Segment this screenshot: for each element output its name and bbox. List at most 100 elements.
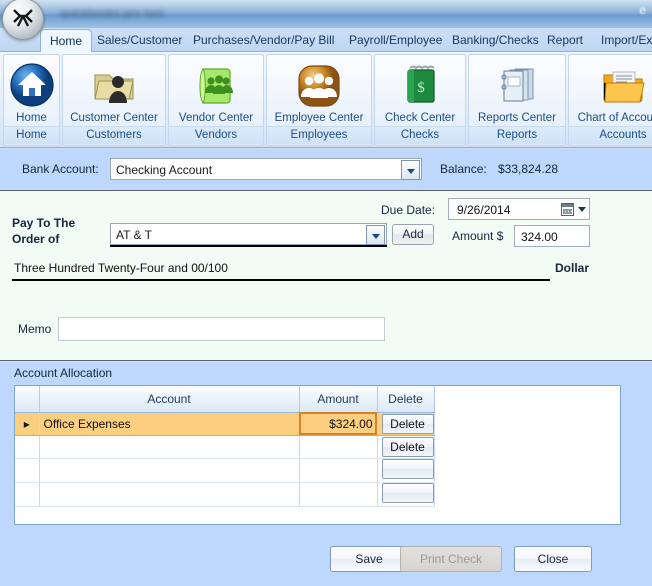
allocation-grid[interactable]: Account Amount Delete ▸ Office Expenses …	[14, 385, 621, 525]
delete-button[interactable]: Delete	[381, 413, 434, 434]
row-marker: ▸	[15, 412, 40, 436]
application-window: quickbooks pro tool e Home Sales/Custome…	[0, 0, 652, 586]
footer-bar: Save Print Check Close	[0, 530, 652, 586]
payee-underline	[110, 245, 387, 247]
close-button[interactable]: Close	[514, 546, 592, 572]
table-header-row: Account Amount Delete	[15, 386, 620, 413]
ribbon-group-home[interactable]: Home Home	[3, 54, 60, 146]
ribbon-groupname-accounts: Accounts	[569, 126, 652, 144]
row-amount[interactable]: $324.00	[299, 412, 378, 436]
vendor-center-icon	[169, 59, 263, 111]
balance-value: $33,824.28	[498, 162, 559, 176]
table-row[interactable]	[15, 458, 620, 483]
allocation-table: Account Amount Delete ▸ Office Expenses …	[15, 386, 620, 507]
ribbon-group-reports[interactable]: Reports Center Reports	[468, 54, 566, 146]
table-row[interactable]: Delete	[15, 435, 620, 459]
chevron-down-icon[interactable]	[366, 225, 385, 245]
chart-of-accounts-icon	[569, 59, 652, 111]
chevron-down-icon[interactable]	[578, 207, 586, 212]
row-marker	[15, 458, 40, 483]
row-account[interactable]: Office Expenses	[39, 412, 300, 436]
amount-value: 324.00	[521, 230, 558, 244]
pay-to-label-line1: Pay To The	[12, 216, 76, 230]
row-filler	[434, 412, 620, 435]
row-delete-cell: Delete	[377, 435, 435, 459]
ribbon-groupname-employees: Employees	[267, 126, 371, 144]
ribbon-group-checks[interactable]: $ Check Center Checks	[374, 54, 466, 146]
ribbon-label-check-center: Check Center	[384, 112, 456, 124]
calendar-icon[interactable]	[561, 203, 574, 216]
account-allocation-title: Account Allocation	[14, 366, 113, 380]
written-amount-underline	[12, 279, 550, 281]
row-amount[interactable]	[299, 458, 378, 483]
bank-account-select[interactable]: Checking Account	[110, 158, 422, 180]
tab-payroll-employee[interactable]: Payroll/Employee	[340, 29, 451, 52]
col-amount[interactable]: Amount	[299, 386, 378, 413]
payee-select[interactable]: AT & T	[110, 223, 387, 245]
delete-button[interactable]	[381, 458, 434, 479]
ribbon-label-home: Home	[16, 112, 47, 124]
row-filler	[434, 435, 620, 458]
ribbon-label-customer-center: Customer Center	[70, 112, 158, 124]
row-amount[interactable]	[299, 482, 378, 507]
ribbon-toolbar: Home Home Customer Center Customers Vend…	[0, 52, 652, 148]
row-delete-cell	[377, 458, 435, 483]
payee-value: AT & T	[116, 228, 153, 242]
title-bar: quickbooks pro tool e	[0, 0, 652, 28]
due-date-field[interactable]: 9/26/2014	[448, 198, 590, 220]
tab-import-export[interactable]: Import/Exp	[592, 29, 652, 52]
ribbon-group-accounts[interactable]: Chart of Accounts Accounts	[568, 54, 652, 146]
add-payee-button[interactable]: Add	[392, 224, 434, 245]
row-account[interactable]	[39, 458, 300, 483]
titlebar-right-text: e	[639, 3, 646, 17]
ribbon-label-reports-center: Reports Center	[478, 112, 556, 124]
row-amount[interactable]	[299, 435, 378, 459]
dollar-label: Dollar	[555, 261, 590, 275]
amount-label: Amount $	[452, 229, 504, 243]
app-logo-button[interactable]	[2, 0, 44, 40]
ribbon-group-employees[interactable]: Employee Center Employees	[266, 54, 372, 146]
tab-purchases-vendor-pay-bill[interactable]: Purchases/Vendor/Pay Bill	[184, 29, 343, 52]
check-form: Due Date: 9/26/2014 Pay To The Order of …	[0, 191, 652, 361]
row-marker	[15, 435, 40, 459]
row-delete-cell	[377, 482, 435, 507]
tab-home[interactable]: Home	[40, 29, 93, 52]
col-delete[interactable]: Delete	[377, 386, 435, 413]
svg-text:$: $	[417, 80, 425, 96]
row-filler	[434, 458, 620, 482]
row-account[interactable]	[39, 482, 300, 507]
tab-sales-customer[interactable]: Sales/Customer	[88, 29, 191, 52]
customer-center-icon	[63, 59, 165, 111]
app-logo-icon	[13, 9, 33, 27]
main-tab-strip[interactable]: Home Sales/Customer Purchases/Vendor/Pay…	[0, 28, 652, 52]
bank-account-label: Bank Account:	[22, 162, 99, 176]
ribbon-group-customers[interactable]: Customer Center Customers	[62, 54, 166, 146]
ribbon-group-vendors[interactable]: Vendor Center Vendors	[168, 54, 264, 146]
employee-center-icon	[267, 59, 371, 111]
memo-input[interactable]	[58, 317, 385, 341]
save-button[interactable]: Save	[330, 546, 408, 572]
row-filler	[434, 482, 620, 506]
reports-center-icon	[469, 59, 565, 111]
col-marker[interactable]	[15, 386, 40, 413]
tab-banking-checks[interactable]: Banking/Checks	[443, 29, 548, 52]
row-account[interactable]	[39, 435, 300, 459]
due-date-value: 9/26/2014	[457, 203, 511, 217]
ribbon-groupname-vendors: Vendors	[169, 126, 263, 144]
col-account[interactable]: Account	[39, 386, 300, 413]
ribbon-groupname-customers: Customers	[63, 126, 165, 144]
delete-button[interactable]	[381, 482, 434, 503]
bank-account-bar: Bank Account: Checking Account Balance: …	[0, 149, 652, 191]
table-row[interactable]: ▸ Office Expenses $324.00 Delete	[15, 412, 620, 436]
delete-button[interactable]: Delete	[381, 436, 434, 457]
col-filler	[434, 386, 620, 412]
bank-account-value: Checking Account	[116, 163, 213, 177]
table-row[interactable]	[15, 482, 620, 507]
row-marker	[15, 482, 40, 507]
tab-report[interactable]: Report	[538, 29, 592, 52]
chevron-down-icon[interactable]	[401, 160, 420, 180]
amount-input[interactable]: 324.00	[514, 225, 590, 247]
ribbon-label-employee-center: Employee Center	[274, 112, 364, 124]
print-check-button[interactable]: Print Check	[400, 546, 502, 572]
home-icon	[4, 59, 59, 111]
